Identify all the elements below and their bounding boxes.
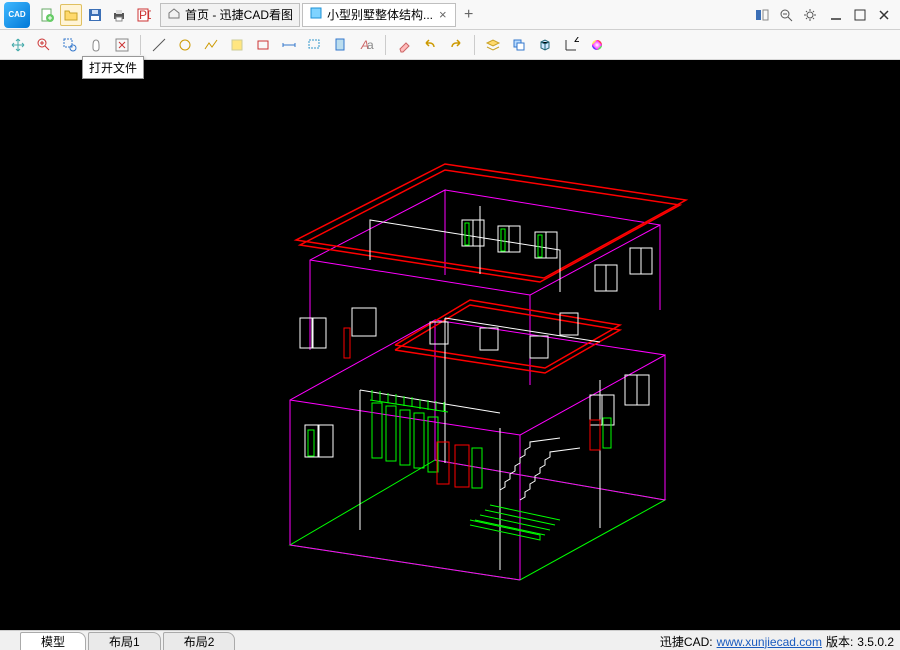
layout-tabs: 模型 布局1 布局2 迅捷CAD: www.xunjiecad.com 版本: … <box>0 630 900 650</box>
zoom-window-icon[interactable] <box>58 33 82 57</box>
open-file-button[interactable] <box>60 4 82 26</box>
color-wheel-icon[interactable] <box>585 33 609 57</box>
layer-icon[interactable] <box>329 33 353 57</box>
version-label: 版本: <box>826 633 853 650</box>
polyline-icon[interactable] <box>199 33 223 57</box>
viewport-3d[interactable] <box>0 60 900 630</box>
erase-icon[interactable] <box>392 33 416 57</box>
settings-icon[interactable] <box>800 5 820 25</box>
doc-icon <box>309 6 323 23</box>
highlight-icon[interactable] <box>225 33 249 57</box>
new-file-button[interactable] <box>36 4 58 26</box>
text-icon[interactable]: Aa <box>355 33 379 57</box>
zoom-out-icon[interactable] <box>776 5 796 25</box>
dim-icon[interactable] <box>277 33 301 57</box>
document-tabs: 首页 - 迅捷CAD看图 小型别墅整体结构... × + <box>160 3 752 27</box>
close-tab-button[interactable]: × <box>437 7 449 22</box>
copy-stack-icon[interactable] <box>507 33 531 57</box>
svg-text:z: z <box>574 37 579 45</box>
save-button[interactable] <box>84 4 106 26</box>
svg-text:a: a <box>367 38 374 52</box>
home-icon <box>167 6 181 23</box>
separator <box>140 35 141 55</box>
separator <box>385 35 386 55</box>
print-button[interactable] <box>108 4 130 26</box>
rect-icon[interactable] <box>251 33 275 57</box>
circle-icon[interactable] <box>173 33 197 57</box>
zoom-extents-icon[interactable] <box>110 33 134 57</box>
version-number: 3.5.0.2 <box>857 635 894 649</box>
undo-icon[interactable] <box>418 33 442 57</box>
close-window-button[interactable] <box>874 5 894 25</box>
tooltip: 打开文件 <box>82 56 144 79</box>
status-bar: 迅捷CAD: www.xunjiecad.com 版本: 3.5.0.2 <box>660 633 894 650</box>
quick-access-toolbar: PDF <box>36 4 154 26</box>
line-icon[interactable] <box>147 33 171 57</box>
separator <box>474 35 475 55</box>
leader-icon[interactable] <box>303 33 327 57</box>
window-controls-left <box>752 5 820 25</box>
zoom-region-icon[interactable] <box>32 33 56 57</box>
tab-title: 小型别墅整体结构... <box>327 6 433 23</box>
tab-home[interactable]: 首页 - 迅捷CAD看图 <box>160 3 300 27</box>
tab-title: 首页 - 迅捷CAD看图 <box>185 6 293 23</box>
layout-tab-layout2[interactable]: 布局2 <box>163 632 236 650</box>
product-name: 迅捷CAD: <box>660 633 713 650</box>
3d-cube-icon[interactable] <box>533 33 557 57</box>
window-controls <box>826 5 894 25</box>
minimize-button[interactable] <box>826 5 846 25</box>
tab-document[interactable]: 小型别墅整体结构... × <box>302 3 456 27</box>
export-pdf-button[interactable]: PDF <box>132 4 154 26</box>
redo-icon[interactable] <box>444 33 468 57</box>
move-icon[interactable] <box>6 33 30 57</box>
svg-text:PDF: PDF <box>139 8 151 22</box>
layout-tab-model[interactable]: 模型 <box>20 632 86 650</box>
pan-icon[interactable] <box>84 33 108 57</box>
titlebar: CAD PDF 首页 - 迅捷CAD看图 小型别墅整体结构... × + <box>0 0 900 30</box>
cad-wireframe <box>0 60 900 630</box>
add-tab-button[interactable]: + <box>458 4 480 26</box>
layout-tab-layout1[interactable]: 布局1 <box>88 632 161 650</box>
panel-toggle-icon[interactable] <box>752 5 772 25</box>
app-logo: CAD <box>4 2 30 28</box>
layers-icon[interactable] <box>481 33 505 57</box>
maximize-button[interactable] <box>850 5 870 25</box>
main-toolbar: Aa z 打开文件 <box>0 30 900 60</box>
product-link[interactable]: www.xunjiecad.com <box>717 635 822 649</box>
axis-icon[interactable]: z <box>559 33 583 57</box>
